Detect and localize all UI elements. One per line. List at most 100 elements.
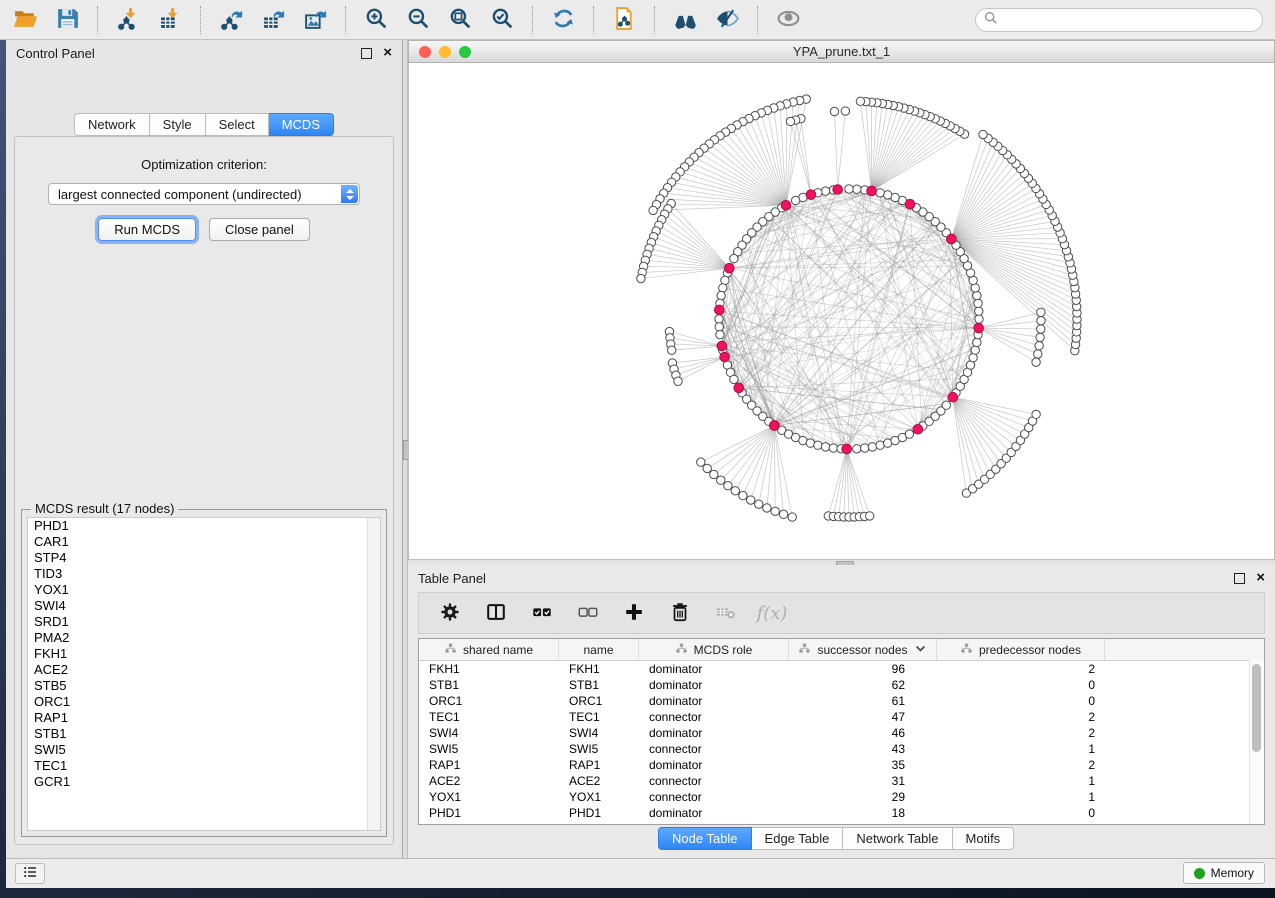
save-button[interactable] <box>49 4 85 36</box>
select-all-button[interactable] <box>529 600 555 626</box>
table-scrollbar[interactable] <box>1249 660 1264 824</box>
close-panel-button[interactable]: Close panel <box>209 218 310 241</box>
result-node[interactable]: PHD1 <box>28 518 380 534</box>
column-header-shared-name[interactable]: shared name <box>419 639 559 660</box>
tab-mcds[interactable]: MCDS <box>269 113 334 136</box>
table-row[interactable]: FKH1FKH1dominator962 <box>419 661 1264 677</box>
export-image-button[interactable] <box>297 4 333 36</box>
export-table-button[interactable] <box>255 4 291 36</box>
gear-button[interactable] <box>437 600 463 626</box>
add-column-icon <box>623 601 645 626</box>
table-row[interactable]: ACE2ACE2connector311 <box>419 773 1264 789</box>
table-row[interactable]: ORC1ORC1dominator610 <box>419 693 1264 709</box>
import-network-button[interactable] <box>110 4 146 36</box>
result-node[interactable]: FKH1 <box>28 646 380 662</box>
refresh-button[interactable] <box>545 4 581 36</box>
mcds-result-list[interactable]: PHD1CAR1STP4TID3YOX1SWI4SRD1PMA2FKH1ACE2… <box>27 517 381 831</box>
zoom-in-button[interactable] <box>358 4 394 36</box>
cell-name: SWI4 <box>559 726 639 740</box>
tab-edge-table[interactable]: Edge Table <box>752 827 844 850</box>
table-row[interactable]: STB1STB1dominator620 <box>419 677 1264 693</box>
cell-name: ORC1 <box>559 694 639 708</box>
tab-select[interactable]: Select <box>206 113 269 136</box>
result-node[interactable]: STB1 <box>28 726 380 742</box>
cell-successor-nodes: 96 <box>789 662 937 676</box>
export-image-icon <box>303 6 328 34</box>
search-box[interactable] <box>975 8 1263 32</box>
network-titlebar[interactable]: YPA_prune.txt_1 <box>408 40 1275 63</box>
network-graph[interactable] <box>409 63 1274 559</box>
result-node[interactable]: STB5 <box>28 678 380 694</box>
delete-column-button[interactable] <box>667 600 693 626</box>
table-row[interactable]: YOX1YOX1connector291 <box>419 789 1264 805</box>
float-panel-icon[interactable] <box>361 48 372 59</box>
result-node[interactable]: TID3 <box>28 566 380 582</box>
control-panel-tabs: NetworkStyleSelectMCDS <box>6 113 402 136</box>
share-document-button[interactable] <box>606 4 642 36</box>
column-header-predecessor-nodes[interactable]: predecessor nodes <box>937 639 1105 660</box>
split-columns-icon <box>485 601 507 626</box>
mcds-tab-content: Optimization criterion: largest connecte… <box>14 136 394 845</box>
zoom-fit-button[interactable] <box>442 4 478 36</box>
maximize-window-icon[interactable] <box>459 46 471 58</box>
run-mcds-button[interactable]: Run MCDS <box>98 218 196 241</box>
eye-slash-button[interactable] <box>709 4 745 36</box>
cell-successor-nodes: 43 <box>789 742 937 756</box>
search-input[interactable] <box>998 11 1262 29</box>
add-column-button[interactable] <box>621 600 647 626</box>
table-row[interactable]: RAP1RAP1dominator352 <box>419 757 1264 773</box>
table-row[interactable]: PHD1PHD1dominator180 <box>419 805 1264 821</box>
network-canvas[interactable] <box>408 63 1275 560</box>
export-network-icon <box>219 6 244 34</box>
export-network-button[interactable] <box>213 4 249 36</box>
result-node[interactable]: SRD1 <box>28 614 380 630</box>
minimize-window-icon[interactable] <box>439 46 451 58</box>
tab-network[interactable]: Network <box>74 113 150 136</box>
result-node[interactable]: CAR1 <box>28 534 380 550</box>
result-node[interactable]: GCR1 <box>28 774 380 790</box>
result-node[interactable]: PMA2 <box>28 630 380 646</box>
open-file-button[interactable] <box>7 4 43 36</box>
column-label: successor nodes <box>817 643 907 657</box>
eye-button[interactable] <box>770 4 806 36</box>
column-header-successor-nodes[interactable]: successor nodes <box>789 639 937 660</box>
import-table-button[interactable] <box>152 4 188 36</box>
tab-network-table[interactable]: Network Table <box>843 827 952 850</box>
result-node[interactable]: ORC1 <box>28 694 380 710</box>
close-window-icon[interactable] <box>419 46 431 58</box>
zoom-selected-button[interactable] <box>484 4 520 36</box>
split-columns-button[interactable] <box>483 600 509 626</box>
tab-style[interactable]: Style <box>150 113 206 136</box>
column-header-name[interactable]: name <box>559 639 639 660</box>
binoculars-button[interactable] <box>667 4 703 36</box>
cell-MCDS-role: dominator <box>639 758 789 772</box>
float-table-panel-icon[interactable] <box>1234 573 1245 584</box>
result-node[interactable]: TEC1 <box>28 758 380 774</box>
table-row[interactable]: SWI4SWI4dominator462 <box>419 725 1264 741</box>
column-header-MCDS-role[interactable]: MCDS role <box>639 639 789 660</box>
result-node[interactable]: YOX1 <box>28 582 380 598</box>
tab-motifs[interactable]: Motifs <box>953 827 1015 850</box>
result-list-scrollbar[interactable] <box>367 518 380 830</box>
table-scrollbar-thumb[interactable] <box>1252 664 1261 752</box>
status-bar: Memory <box>6 858 1275 888</box>
table-row[interactable]: SWI5SWI5connector431 <box>419 741 1264 757</box>
table-row[interactable]: TEC1TEC1connector472 <box>419 709 1264 725</box>
select-all-icon <box>531 601 553 626</box>
memory-button[interactable]: Memory <box>1183 862 1265 884</box>
result-node[interactable]: SWI4 <box>28 598 380 614</box>
result-node[interactable]: STP4 <box>28 550 380 566</box>
result-node[interactable]: ACE2 <box>28 662 380 678</box>
cell-predecessor-nodes: 2 <box>937 662 1105 676</box>
close-panel-icon[interactable]: × <box>383 48 392 58</box>
cell-successor-nodes: 47 <box>789 710 937 724</box>
tab-node-table[interactable]: Node Table <box>658 827 752 850</box>
result-node[interactable]: SWI5 <box>28 742 380 758</box>
zoom-out-button[interactable] <box>400 4 436 36</box>
deselect-all-button[interactable] <box>575 600 601 626</box>
result-node[interactable]: RAP1 <box>28 710 380 726</box>
task-history-button[interactable] <box>15 863 45 884</box>
criterion-select[interactable]: largest connected component (undirected) <box>48 183 360 205</box>
column-label: shared name <box>463 643 533 657</box>
close-table-panel-icon[interactable]: × <box>1256 573 1265 583</box>
